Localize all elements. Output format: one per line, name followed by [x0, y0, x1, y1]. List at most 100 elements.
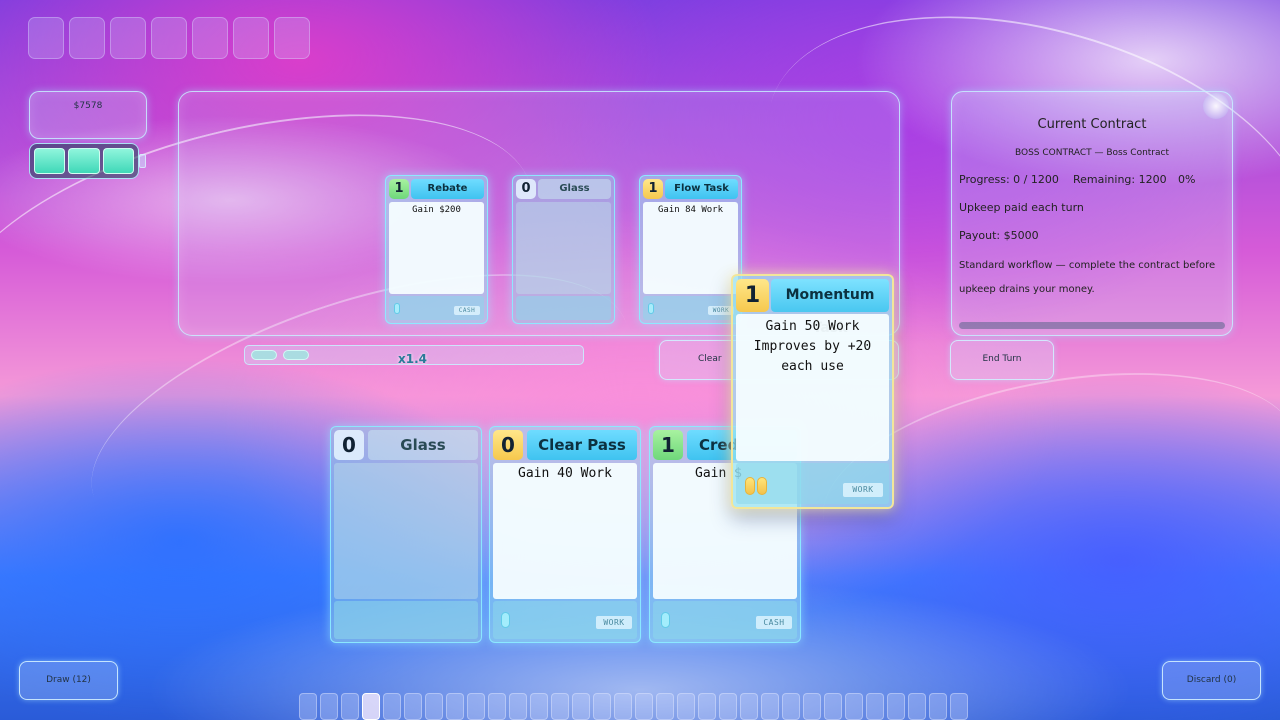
card-cost: 1 — [736, 279, 769, 312]
energy-pip — [68, 148, 100, 174]
card-title: Glass — [538, 179, 611, 199]
card-text: Gain 84 Work — [643, 202, 738, 294]
multiplier-segment — [251, 350, 277, 360]
deck-strip — [299, 693, 968, 720]
deck-strip-slot[interactable] — [866, 693, 884, 720]
energy-chip-icon — [757, 477, 767, 495]
deck-strip-slot[interactable] — [467, 693, 485, 720]
deck-strip-slot[interactable] — [950, 693, 968, 720]
deck-strip-slot[interactable] — [530, 693, 548, 720]
deck-strip-slot[interactable] — [299, 693, 317, 720]
contract-progress: Progress: 0 / 1200 — [959, 173, 1059, 186]
deck-strip-slot[interactable] — [320, 693, 338, 720]
contract-upkeep: Upkeep paid each turn — [959, 201, 1084, 214]
deck-strip-slot[interactable] — [488, 693, 506, 720]
deck-strip-slot[interactable] — [782, 693, 800, 720]
top-slots — [28, 17, 310, 59]
deck-strip-slot[interactable] — [719, 693, 737, 720]
deck-strip-slot[interactable] — [341, 693, 359, 720]
energy-cap — [139, 154, 146, 168]
deck-strip-slot[interactable] — [425, 693, 443, 720]
deck-strip-slot[interactable] — [551, 693, 569, 720]
deck-strip-slot[interactable] — [803, 693, 821, 720]
deck-strip-slot[interactable] — [929, 693, 947, 720]
top-slot[interactable] — [28, 17, 64, 59]
card-type-tag: WORK — [843, 483, 883, 497]
card-text: Gain $200 — [389, 202, 484, 294]
deck-strip-slot[interactable] — [383, 693, 401, 720]
deck-strip-slot[interactable] — [635, 693, 653, 720]
contract-remaining: Remaining: 1200 — [1073, 173, 1167, 186]
deck-strip-slot[interactable] — [824, 693, 842, 720]
card-text: Gain 50 Work Improves by +20 each use — [736, 314, 889, 461]
card-cost: 1 — [653, 430, 683, 460]
deck-strip-slot[interactable] — [446, 693, 464, 720]
card-footer — [516, 296, 611, 320]
energy-chip-icon — [745, 477, 755, 495]
deck-strip-slot[interactable] — [740, 693, 758, 720]
card-type-tag: CASH — [454, 306, 480, 315]
card-type-tag: CASH — [756, 616, 792, 629]
deck-strip-slot[interactable] — [656, 693, 674, 720]
energy-chip-icon — [648, 303, 654, 314]
multiplier-label: x1.4 — [398, 352, 427, 366]
end-turn-button[interactable]: End Turn — [950, 340, 1054, 380]
card-cost: 0 — [516, 179, 536, 199]
top-slot[interactable] — [233, 17, 269, 59]
contract-panel: Current Contract BOSS CONTRACT — Boss Co… — [951, 91, 1233, 336]
deck-strip-slot[interactable] — [593, 693, 611, 720]
played-card-rebate[interactable]: 1 Rebate Gain $200 CASH — [385, 175, 488, 324]
deck-strip-slot[interactable] — [572, 693, 590, 720]
played-card-glass[interactable]: 0 Glass — [512, 175, 615, 324]
deck-strip-slot[interactable] — [509, 693, 527, 720]
contract-progress-bar — [959, 322, 1225, 329]
contract-payout: Payout: $5000 — [959, 229, 1039, 242]
top-slot[interactable] — [192, 17, 228, 59]
card-cost: 1 — [389, 179, 409, 199]
glow-orb-icon — [1203, 93, 1229, 119]
card-footer — [334, 601, 478, 639]
card-footer: CASH — [389, 296, 484, 320]
hand-card-clear-pass[interactable]: 0 Clear Pass Gain 40 Work WORK — [489, 426, 641, 643]
card-text — [516, 202, 611, 294]
card-title: Glass — [368, 430, 478, 460]
top-slot[interactable] — [110, 17, 146, 59]
top-slot[interactable] — [274, 17, 310, 59]
card-footer: WORK — [493, 601, 637, 639]
card-type-tag: WORK — [596, 616, 632, 629]
dragged-card-momentum-task[interactable]: 1 Momentum Task Gain 50 Work Improves by… — [731, 274, 894, 509]
hand-card-glass[interactable]: 0 Glass — [330, 426, 482, 643]
multiplier-segment — [283, 350, 309, 360]
energy-chip-icon — [501, 612, 510, 628]
deck-strip-slot[interactable] — [761, 693, 779, 720]
money-value: $7578 — [73, 101, 103, 111]
card-footer: WORK — [643, 296, 738, 320]
card-title: Momentum Task — [771, 279, 889, 336]
contract-subtitle: BOSS CONTRACT — Boss Contract — [1014, 148, 1169, 158]
energy-pip — [34, 148, 66, 174]
deck-strip-slot[interactable] — [677, 693, 695, 720]
contract-title: Current Contract — [1037, 117, 1147, 132]
deck-strip-slot[interactable] — [908, 693, 926, 720]
draw-pile-button[interactable]: Draw (12) — [19, 661, 118, 700]
deck-strip-slot[interactable] — [698, 693, 716, 720]
top-slot[interactable] — [69, 17, 105, 59]
card-title: Flow Task — [665, 179, 738, 199]
energy-meter — [29, 143, 139, 179]
deck-strip-slot[interactable] — [614, 693, 632, 720]
energy-chip-icon — [394, 303, 400, 314]
deck-strip-slot[interactable] — [404, 693, 422, 720]
deck-strip-slot[interactable] — [887, 693, 905, 720]
energy-chip-icon — [661, 612, 670, 628]
played-card-flow-task[interactable]: 1 Flow Task Gain 84 Work WORK — [639, 175, 742, 324]
contract-percent: 0% — [1178, 173, 1196, 186]
money-panel: $7578 — [29, 91, 147, 139]
top-slot[interactable] — [151, 17, 187, 59]
discard-pile-button[interactable]: Discard (0) — [1162, 661, 1261, 700]
card-text: Gain 40 Work — [493, 463, 637, 599]
card-footer: WORK — [736, 463, 889, 504]
deck-strip-slot[interactable] — [845, 693, 863, 720]
deck-strip-slot[interactable] — [362, 693, 380, 720]
card-cost: 1 — [643, 179, 663, 199]
contract-description: Standard workflow — complete the contrac… — [959, 260, 1216, 295]
